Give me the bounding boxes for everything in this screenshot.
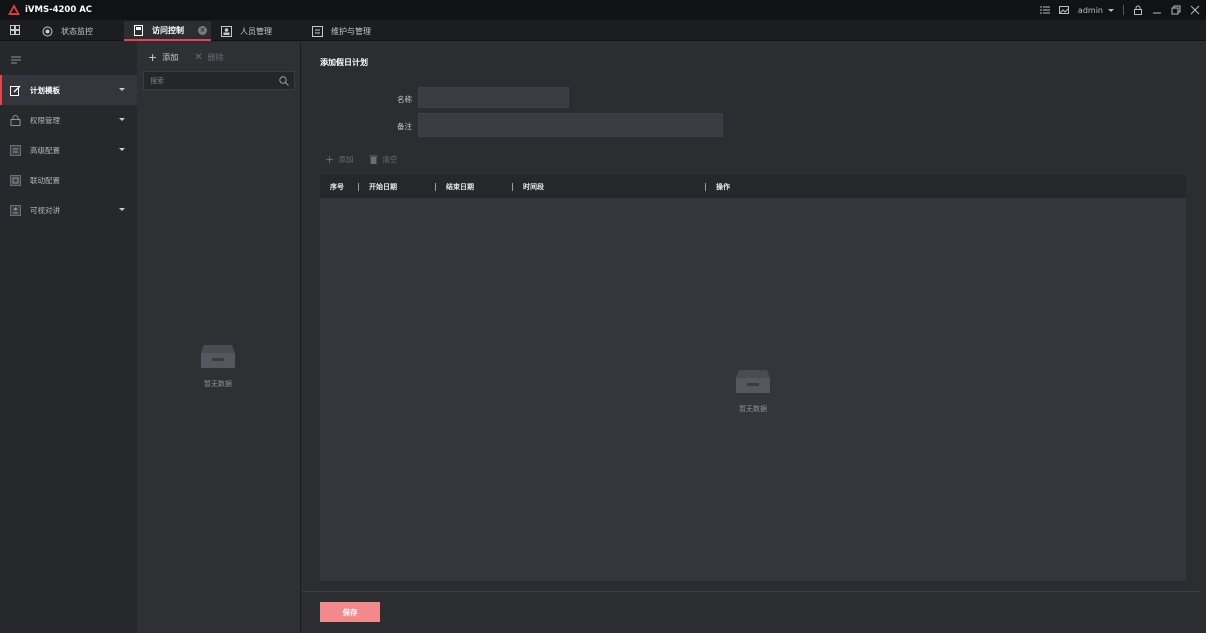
restore-icon[interactable] bbox=[1171, 5, 1181, 15]
empty-box-icon bbox=[736, 370, 770, 393]
chevron-down-icon bbox=[119, 88, 125, 91]
plus-icon: + bbox=[148, 50, 158, 64]
sidebar-item-permission[interactable]: 权限管理 bbox=[0, 105, 137, 135]
menu-toggle-icon[interactable] bbox=[11, 56, 21, 64]
column-header-operation[interactable]: 操作 bbox=[705, 182, 730, 192]
module-tab-bar: 状态监控 访问控制 × 人员管理 维护与管理 bbox=[0, 20, 1206, 41]
search-input[interactable]: 搜索 bbox=[143, 71, 295, 90]
save-button[interactable]: 保存 bbox=[320, 602, 380, 622]
sidebar-item-label: 可视对讲 bbox=[30, 205, 60, 215]
column-header-time-period[interactable]: 时间段 bbox=[512, 182, 544, 192]
trash-icon bbox=[369, 155, 378, 164]
tab-maintenance[interactable]: 维护与管理 bbox=[303, 21, 403, 41]
delete-button[interactable]: ✕ 删除 bbox=[194, 52, 223, 63]
intercom-icon bbox=[10, 204, 21, 216]
page-title: 添加假日计划 bbox=[320, 58, 368, 67]
chevron-down-icon bbox=[1108, 8, 1114, 12]
column-header-start-date[interactable]: 开始日期 bbox=[358, 182, 397, 192]
linkage-icon bbox=[10, 174, 21, 186]
sidebar-item-label: 权限管理 bbox=[30, 115, 60, 125]
close-x-icon: ✕ bbox=[194, 51, 203, 63]
title-bar: iVMS-4200 AC admin bbox=[0, 0, 1206, 20]
holiday-table: 序号 开始日期 结束日期 时间段 操作 暂无数据 bbox=[320, 175, 1186, 581]
search-placeholder: 搜索 bbox=[150, 76, 164, 85]
empty-text: 暂无数据 bbox=[739, 405, 767, 413]
column-header-end-date[interactable]: 结束日期 bbox=[435, 182, 474, 192]
lock-icon bbox=[10, 114, 21, 126]
list-icon[interactable] bbox=[1039, 5, 1050, 15]
settings-icon bbox=[10, 144, 21, 156]
name-label: 名称 bbox=[397, 95, 412, 104]
column-divider bbox=[435, 183, 436, 191]
chevron-down-icon bbox=[119, 148, 125, 151]
divider bbox=[1123, 5, 1124, 15]
apps-grid-icon[interactable] bbox=[10, 25, 20, 35]
schedule-icon bbox=[10, 85, 21, 96]
column-divider bbox=[512, 183, 513, 191]
empty-text: 暂无数据 bbox=[204, 380, 232, 388]
add-button[interactable]: + 添加 bbox=[148, 52, 178, 63]
table-header: 序号 开始日期 结束日期 时间段 操作 bbox=[320, 175, 1186, 198]
sidebar-item-video-intercom[interactable]: 可视对讲 bbox=[0, 195, 137, 225]
monitor-icon bbox=[42, 26, 53, 36]
lock-icon[interactable] bbox=[1133, 5, 1143, 15]
logo-icon bbox=[8, 4, 20, 15]
app-title: iVMS-4200 AC bbox=[25, 5, 93, 15]
tab-person-management[interactable]: 人员管理 bbox=[212, 21, 302, 41]
footer-divider bbox=[302, 591, 1200, 592]
grid-clear-button[interactable]: 清空 bbox=[369, 154, 397, 165]
list-toolbar: + 添加 ✕ 删除 bbox=[148, 52, 224, 63]
tab-label: 人员管理 bbox=[240, 26, 272, 36]
tab-status-monitor[interactable]: 状态监控 bbox=[33, 21, 123, 41]
sidebar: 计划模板 权限管理 高级配置 联动配置 可视对讲 bbox=[0, 42, 137, 633]
remark-field[interactable] bbox=[418, 113, 723, 137]
list-empty-state: 暂无数据 bbox=[197, 343, 239, 389]
column-header-index[interactable]: 序号 bbox=[330, 182, 344, 192]
delete-label: 删除 bbox=[207, 53, 224, 62]
tab-label: 访问控制 bbox=[152, 25, 184, 35]
grid-clear-label: 清空 bbox=[382, 155, 398, 164]
table-empty-state: 暂无数据 bbox=[733, 368, 773, 414]
add-label: 添加 bbox=[162, 53, 179, 62]
username: admin bbox=[1077, 5, 1103, 15]
remark-label: 备注 bbox=[397, 122, 412, 131]
tab-label: 状态监控 bbox=[61, 26, 93, 36]
window-controls: admin bbox=[1039, 3, 1200, 17]
empty-box-icon bbox=[201, 345, 235, 368]
sidebar-item-linkage-config[interactable]: 联动配置 bbox=[0, 165, 137, 195]
column-divider bbox=[358, 183, 359, 191]
column-divider bbox=[705, 183, 706, 191]
maintenance-icon bbox=[312, 25, 323, 37]
main-panel: 添加假日计划 名称 备注 + 添加 清空 序号 开始日期 结束日期 时间段 操作… bbox=[302, 42, 1206, 633]
minimize-icon[interactable] bbox=[1152, 5, 1162, 15]
close-icon[interactable] bbox=[1190, 5, 1200, 15]
user-menu[interactable]: admin bbox=[1078, 6, 1114, 15]
sidebar-item-label: 联动配置 bbox=[30, 175, 60, 185]
sidebar-item-schedule-template[interactable]: 计划模板 bbox=[0, 75, 137, 105]
holiday-list-panel: + 添加 ✕ 删除 搜索 暂无数据 bbox=[137, 42, 301, 633]
plus-icon: + bbox=[325, 152, 335, 166]
chevron-down-icon bbox=[119, 118, 125, 121]
name-field[interactable] bbox=[418, 87, 569, 108]
person-icon bbox=[221, 25, 232, 37]
sidebar-item-label: 高级配置 bbox=[30, 145, 60, 155]
grid-add-button[interactable]: + 添加 bbox=[325, 154, 353, 165]
sidebar-item-label: 计划模板 bbox=[30, 85, 60, 95]
image-icon[interactable] bbox=[1058, 5, 1069, 15]
grid-toolbar: + 添加 清空 bbox=[325, 154, 397, 165]
chevron-down-icon bbox=[119, 208, 125, 211]
grid-add-label: 添加 bbox=[338, 155, 354, 164]
tab-label: 维护与管理 bbox=[331, 26, 371, 36]
sidebar-item-advanced-config[interactable]: 高级配置 bbox=[0, 135, 137, 165]
search-icon[interactable] bbox=[279, 76, 289, 86]
tab-close-icon[interactable]: × bbox=[198, 25, 207, 35]
tab-access-control[interactable]: 访问控制 × bbox=[124, 21, 211, 41]
access-control-icon bbox=[134, 24, 143, 36]
